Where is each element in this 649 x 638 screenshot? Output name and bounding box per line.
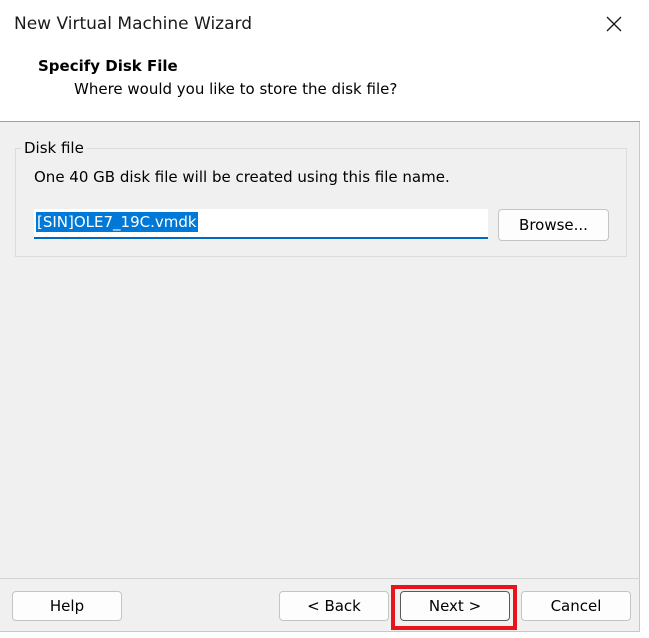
close-button[interactable]: [596, 6, 632, 42]
close-icon: [606, 16, 622, 32]
disk-file-group-label: Disk file: [21, 139, 87, 157]
disk-file-name-input[interactable]: [SIN]OLE7_19C.vmdk: [34, 209, 488, 239]
next-button[interactable]: Next >: [400, 591, 510, 621]
step-subtitle: Where would you like to store the disk f…: [74, 80, 398, 98]
step-title: Specify Disk File: [38, 57, 178, 75]
browse-button[interactable]: Browse...: [498, 209, 609, 241]
window-title: New Virtual Machine Wizard: [14, 14, 252, 34]
title-bar: New Virtual Machine Wizard: [0, 0, 640, 48]
help-button[interactable]: Help: [12, 591, 122, 621]
wizard-header: Specify Disk File Where would you like t…: [0, 48, 640, 122]
back-button[interactable]: < Back: [279, 591, 389, 621]
footer-divider: [0, 578, 640, 579]
disk-file-name-selected-text: [SIN]OLE7_19C.vmdk: [36, 212, 198, 232]
disk-file-description: One 40 GB disk file will be created usin…: [34, 168, 450, 186]
wizard-window: New Virtual Machine Wizard Specify Disk …: [0, 0, 640, 632]
cancel-button[interactable]: Cancel: [521, 591, 631, 621]
